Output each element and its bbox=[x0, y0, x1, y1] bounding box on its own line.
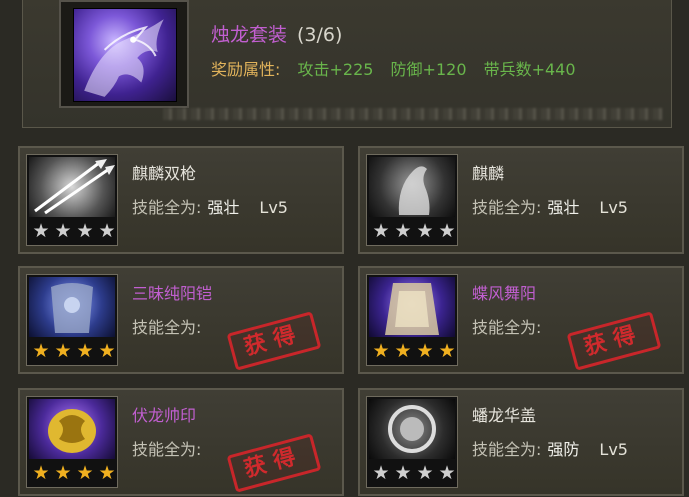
star-icon: ★ bbox=[54, 340, 72, 362]
star-icon: ★ bbox=[32, 462, 50, 484]
blurred-text-divider bbox=[163, 108, 663, 120]
obtained-stamp: 获得 bbox=[226, 433, 322, 493]
equipment-icon-frame: ★ ★ ★ ★ bbox=[366, 396, 458, 488]
skill-label: 技能全为 bbox=[132, 198, 197, 217]
star-icon: ★ bbox=[416, 462, 434, 484]
bonus-defense: 防御+120 bbox=[390, 60, 467, 79]
star-icon: ★ bbox=[394, 340, 412, 362]
equipment-icon-frame: ★ ★ ★ ★ bbox=[26, 274, 118, 366]
equipment-card[interactable]: ★ ★ ★ ★ 三昧纯阳铠 技能全为: 获得 bbox=[18, 266, 344, 374]
equipment-icon-frame: ★ ★ ★ ★ bbox=[26, 154, 118, 246]
star-icon: ★ bbox=[438, 340, 456, 362]
equipment-name: 蟠龙华盖 bbox=[472, 406, 537, 425]
obtained-stamp: 获得 bbox=[226, 311, 322, 371]
skill-label: 技能全为 bbox=[132, 318, 197, 337]
star-icon: ★ bbox=[394, 220, 412, 242]
skill-colon: : bbox=[196, 318, 202, 337]
star-icon: ★ bbox=[394, 462, 412, 484]
cloak-icon bbox=[369, 277, 455, 337]
skill-level: Lv5 bbox=[599, 198, 628, 217]
skill-label: 技能全为 bbox=[132, 440, 197, 459]
skill-row: 技能全为: bbox=[132, 436, 201, 460]
equipment-card[interactable]: ★ ★ ★ ★ 伏龙帅印 技能全为: 获得 bbox=[18, 388, 344, 496]
star-icon: ★ bbox=[54, 462, 72, 484]
skill-row: 技能全为: 强防 Lv5 bbox=[472, 436, 628, 460]
skill-label: 技能全为 bbox=[472, 318, 537, 337]
skill-colon: : bbox=[536, 440, 542, 459]
star-rating: ★ ★ ★ ★ bbox=[31, 463, 117, 483]
set-name: 烛龙套装 bbox=[211, 24, 288, 46]
skill-row: 技能全为: bbox=[472, 314, 541, 338]
star-icon: ★ bbox=[32, 340, 50, 362]
bonus-troops: 带兵数+440 bbox=[483, 60, 576, 79]
star-rating: ★ ★ ★ ★ bbox=[371, 221, 457, 241]
equipment-card[interactable]: ★ ★ ★ ★ 蟠龙华盖 技能全为: 强防 Lv5 bbox=[358, 388, 684, 496]
skill-level: Lv5 bbox=[599, 440, 628, 459]
skill-value: 强壮 bbox=[207, 198, 240, 217]
obtained-stamp: 获得 bbox=[566, 311, 662, 371]
set-icon-frame[interactable] bbox=[59, 0, 189, 108]
set-bonus-row: 奖励属性: 攻击+225 防御+120 带兵数+440 bbox=[211, 56, 576, 80]
star-icon: ★ bbox=[32, 220, 50, 242]
dragon-portrait-icon bbox=[73, 8, 177, 102]
equipment-name: 麒麟 bbox=[472, 164, 505, 183]
star-icon: ★ bbox=[372, 340, 390, 362]
star-icon: ★ bbox=[98, 220, 116, 242]
skill-colon: : bbox=[536, 198, 542, 217]
star-icon: ★ bbox=[76, 462, 94, 484]
skill-colon: : bbox=[536, 318, 542, 337]
dragon-canopy-icon bbox=[369, 399, 455, 459]
equipment-icon-frame: ★ ★ ★ ★ bbox=[366, 274, 458, 366]
star-rating: ★ ★ ★ ★ bbox=[31, 221, 117, 241]
armor-icon bbox=[29, 277, 115, 337]
skill-row: 技能全为: 强壮 Lv5 bbox=[472, 194, 628, 218]
star-rating: ★ ★ ★ ★ bbox=[31, 341, 117, 361]
equipment-name: 伏龙帅印 bbox=[132, 406, 197, 425]
bonus-colon: : bbox=[275, 60, 281, 79]
skill-value: 强防 bbox=[547, 440, 580, 459]
star-rating: ★ ★ ★ ★ bbox=[371, 463, 457, 483]
star-icon: ★ bbox=[76, 340, 94, 362]
skill-colon: : bbox=[196, 440, 202, 459]
skill-label: 技能全为 bbox=[472, 440, 537, 459]
equipment-icon-frame: ★ ★ ★ ★ bbox=[26, 396, 118, 488]
star-rating: ★ ★ ★ ★ bbox=[371, 341, 457, 361]
skill-colon: : bbox=[196, 198, 202, 217]
equipment-card[interactable]: ★ ★ ★ ★ 麒麟 技能全为: 强壮 Lv5 bbox=[358, 146, 684, 254]
equipment-card[interactable]: ★ ★ ★ ★ 麒麟双枪 技能全为: 强壮 Lv5 bbox=[18, 146, 344, 254]
star-icon: ★ bbox=[98, 462, 116, 484]
set-count: (3/6) bbox=[297, 24, 343, 46]
equipment-icon-frame: ★ ★ ★ ★ bbox=[366, 154, 458, 246]
skill-row: 技能全为: bbox=[132, 314, 201, 338]
star-icon: ★ bbox=[416, 220, 434, 242]
twin-spears-icon bbox=[29, 157, 115, 217]
set-title: 烛龙套装 (3/6) bbox=[211, 20, 342, 47]
skill-level: Lv5 bbox=[259, 198, 288, 217]
equipment-card[interactable]: ★ ★ ★ ★ 蝶风舞阳 技能全为: 获得 bbox=[358, 266, 684, 374]
star-icon: ★ bbox=[438, 220, 456, 242]
star-icon: ★ bbox=[372, 220, 390, 242]
star-icon: ★ bbox=[54, 220, 72, 242]
qilin-mount-icon bbox=[369, 157, 455, 217]
skill-row: 技能全为: 强壮 Lv5 bbox=[132, 194, 288, 218]
skill-label: 技能全为 bbox=[472, 198, 537, 217]
equipment-name: 蝶风舞阳 bbox=[472, 284, 537, 303]
dragon-seal-icon bbox=[29, 399, 115, 459]
star-icon: ★ bbox=[372, 462, 390, 484]
star-icon: ★ bbox=[76, 220, 94, 242]
skill-value: 强壮 bbox=[547, 198, 580, 217]
star-icon: ★ bbox=[416, 340, 434, 362]
star-icon: ★ bbox=[98, 340, 116, 362]
equipment-name: 麒麟双枪 bbox=[132, 164, 197, 183]
bonus-attack: 攻击+225 bbox=[297, 60, 374, 79]
equipment-name: 三昧纯阳铠 bbox=[132, 284, 213, 303]
set-panel: 烛龙套装 (3/6) 奖励属性: 攻击+225 防御+120 带兵数+440 bbox=[22, 0, 672, 128]
star-icon: ★ bbox=[438, 462, 456, 484]
bonus-label: 奖励属性 bbox=[211, 60, 276, 79]
